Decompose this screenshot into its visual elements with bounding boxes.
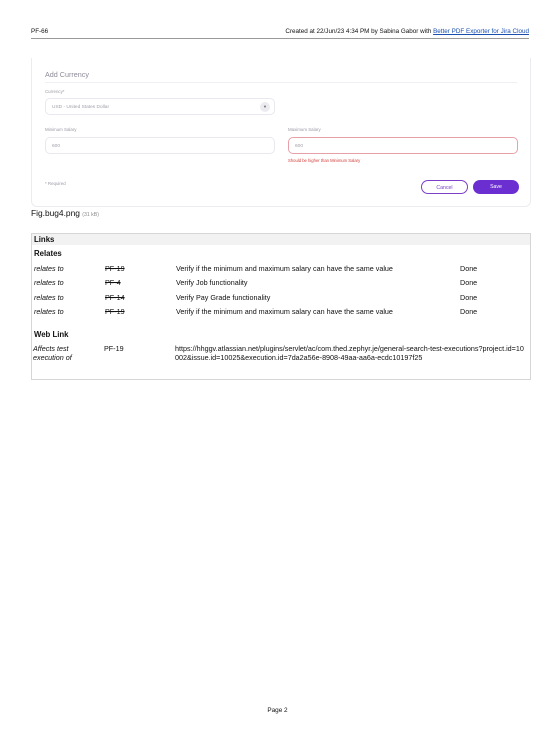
dialog-title: Add Currency xyxy=(45,70,89,79)
attachment-name[interactable]: Fig.bug4.png xyxy=(31,208,80,218)
link-summary: Verify Job functionality xyxy=(176,278,248,287)
link-key[interactable]: PF-14 xyxy=(105,292,125,303)
link-key[interactable]: PF-19 xyxy=(105,263,125,274)
link-status: Done xyxy=(460,278,478,287)
link-row: relates to PF-19 Verify if the minimum a… xyxy=(34,306,530,317)
page-header: PF-66 Created at 22/Jun/23 4:34 PM by Sa… xyxy=(31,28,529,39)
min-salary-value: 600 xyxy=(52,144,61,149)
currency-label: Currency* xyxy=(45,89,65,94)
page-number: Page 2 xyxy=(267,707,288,714)
cancel-button[interactable]: Cancel xyxy=(421,180,468,194)
max-salary-value: 600 xyxy=(295,144,304,149)
created-text: Created at 22/Jun/23 4:34 PM by Sabina G… xyxy=(285,28,434,35)
link-key[interactable]: PF-19 xyxy=(105,306,125,317)
attachment-size: (31 kB) xyxy=(82,212,99,218)
max-salary-label: Maximum Salary xyxy=(288,127,321,132)
weblink-url[interactable]: https://hhggv.atlassian.net/plugins/serv… xyxy=(175,344,525,362)
weblink-key: PF-19 xyxy=(104,344,124,353)
attachment-caption: Fig.bug4.png (31 kB) xyxy=(31,208,99,218)
link-row: relates to PF-19 Verify if the minimum a… xyxy=(34,263,530,274)
links-title: Links xyxy=(32,234,530,245)
weblink-title: Web Link xyxy=(34,330,69,339)
currency-value: USD - United States Dollar xyxy=(52,105,110,110)
link-row: relates to PF-4 Verify Job functionality… xyxy=(34,277,530,288)
chevron-down-icon[interactable]: ▼ xyxy=(260,102,270,112)
link-summary: Verify if the minimum and maximum salary… xyxy=(176,307,393,316)
link-row: relates to PF-14 Verify Pay Grade functi… xyxy=(34,292,530,303)
created-info: Created at 22/Jun/23 4:34 PM by Sabina G… xyxy=(285,28,529,36)
link-type: relates to xyxy=(34,278,64,287)
link-status: Done xyxy=(460,307,478,316)
max-salary-input[interactable]: 600 xyxy=(288,137,518,154)
currency-select[interactable]: USD - United States Dollar ▼ xyxy=(45,98,275,115)
save-button[interactable]: Save xyxy=(473,180,519,194)
link-summary: Verify Pay Grade functionality xyxy=(176,293,271,302)
link-status: Done xyxy=(460,293,478,302)
link-key[interactable]: PF-4 xyxy=(105,277,121,288)
link-type: relates to xyxy=(34,264,64,273)
relates-title: Relates xyxy=(34,249,62,258)
link-summary: Verify if the minimum and maximum salary… xyxy=(176,264,393,273)
weblink-type: Affects test execution of xyxy=(33,344,72,362)
min-salary-input[interactable]: 600 xyxy=(45,137,275,154)
exporter-link[interactable]: Better PDF Exporter for Jira Cloud xyxy=(433,28,529,35)
link-type: relates to xyxy=(34,293,64,302)
max-salary-error: Should be higher than Minimum Salary xyxy=(288,158,361,163)
dialog-divider xyxy=(45,82,517,83)
min-salary-label: Minimum Salary xyxy=(45,127,77,132)
link-type: relates to xyxy=(34,307,64,316)
attachment-screenshot: Add Currency Currency* USD - United Stat… xyxy=(31,58,531,207)
link-status: Done xyxy=(460,264,478,273)
required-note: * Required xyxy=(45,181,66,186)
issue-key: PF-66 xyxy=(31,28,49,35)
